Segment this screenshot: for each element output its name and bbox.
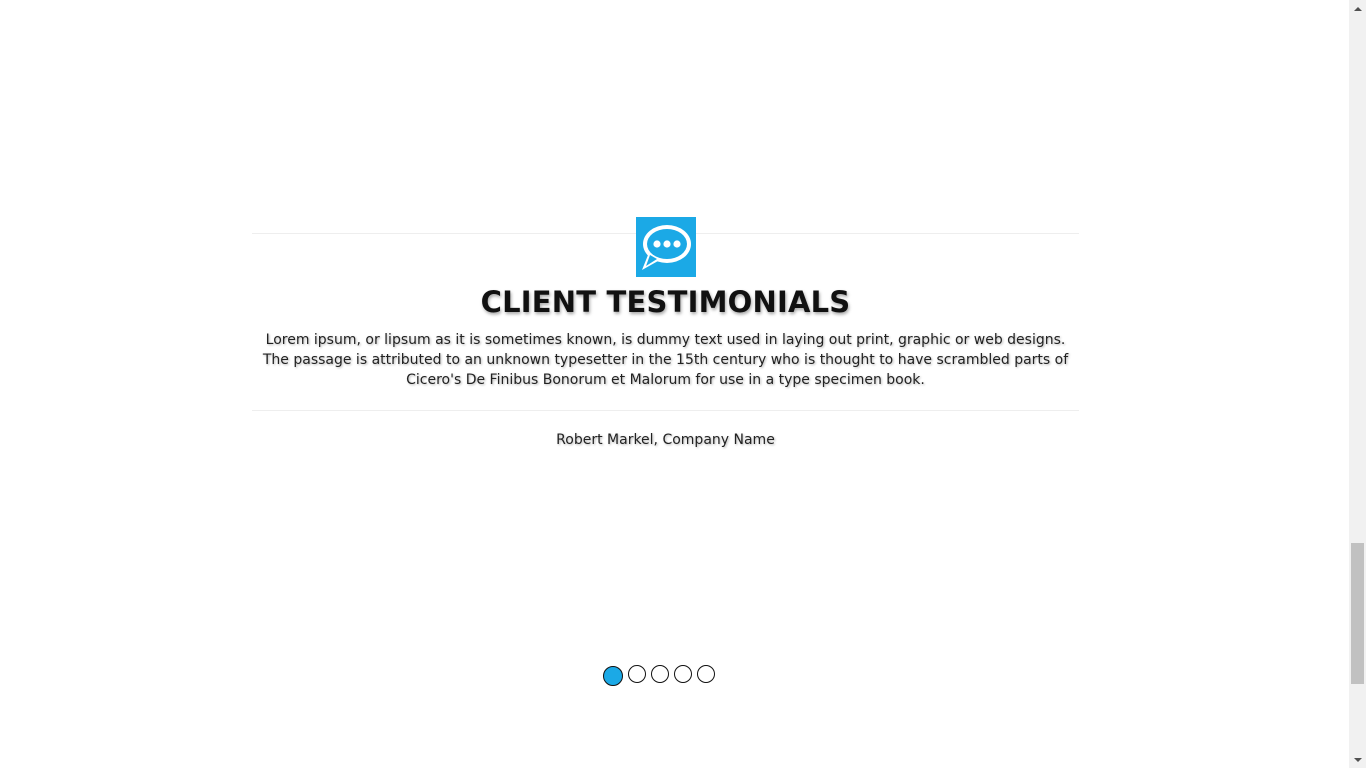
- section-title: CLIENT TESTIMONIALS: [480, 285, 851, 319]
- carousel-dot-4[interactable]: [674, 665, 692, 683]
- carousel-dot-5[interactable]: [697, 665, 715, 683]
- carousel-pagination: [603, 665, 715, 686]
- scroll-up-button[interactable]: [1349, 0, 1366, 17]
- carousel-dot-1[interactable]: [603, 666, 623, 686]
- carousel-dot-2[interactable]: [628, 665, 646, 683]
- testimonial-author: Robert Markel, Company Name: [556, 432, 775, 448]
- arrow-down-icon: [1353, 757, 1362, 762]
- chat-bubble-icon: [636, 217, 696, 277]
- carousel-dot-3[interactable]: [651, 665, 669, 683]
- bottom-divider: [252, 410, 1079, 411]
- scrollbar-thumb[interactable]: [1351, 543, 1364, 684]
- vertical-scrollbar[interactable]: [1349, 0, 1366, 768]
- arrow-up-icon: [1353, 6, 1362, 11]
- page-viewport: CLIENT TESTIMONIALS Lorem ipsum, or lips…: [0, 0, 1366, 768]
- main-content: CLIENT TESTIMONIALS Lorem ipsum, or lips…: [0, 0, 1349, 768]
- scroll-down-button[interactable]: [1349, 751, 1366, 768]
- testimonial-quote: Lorem ipsum, or lipsum as it is sometime…: [262, 332, 1069, 388]
